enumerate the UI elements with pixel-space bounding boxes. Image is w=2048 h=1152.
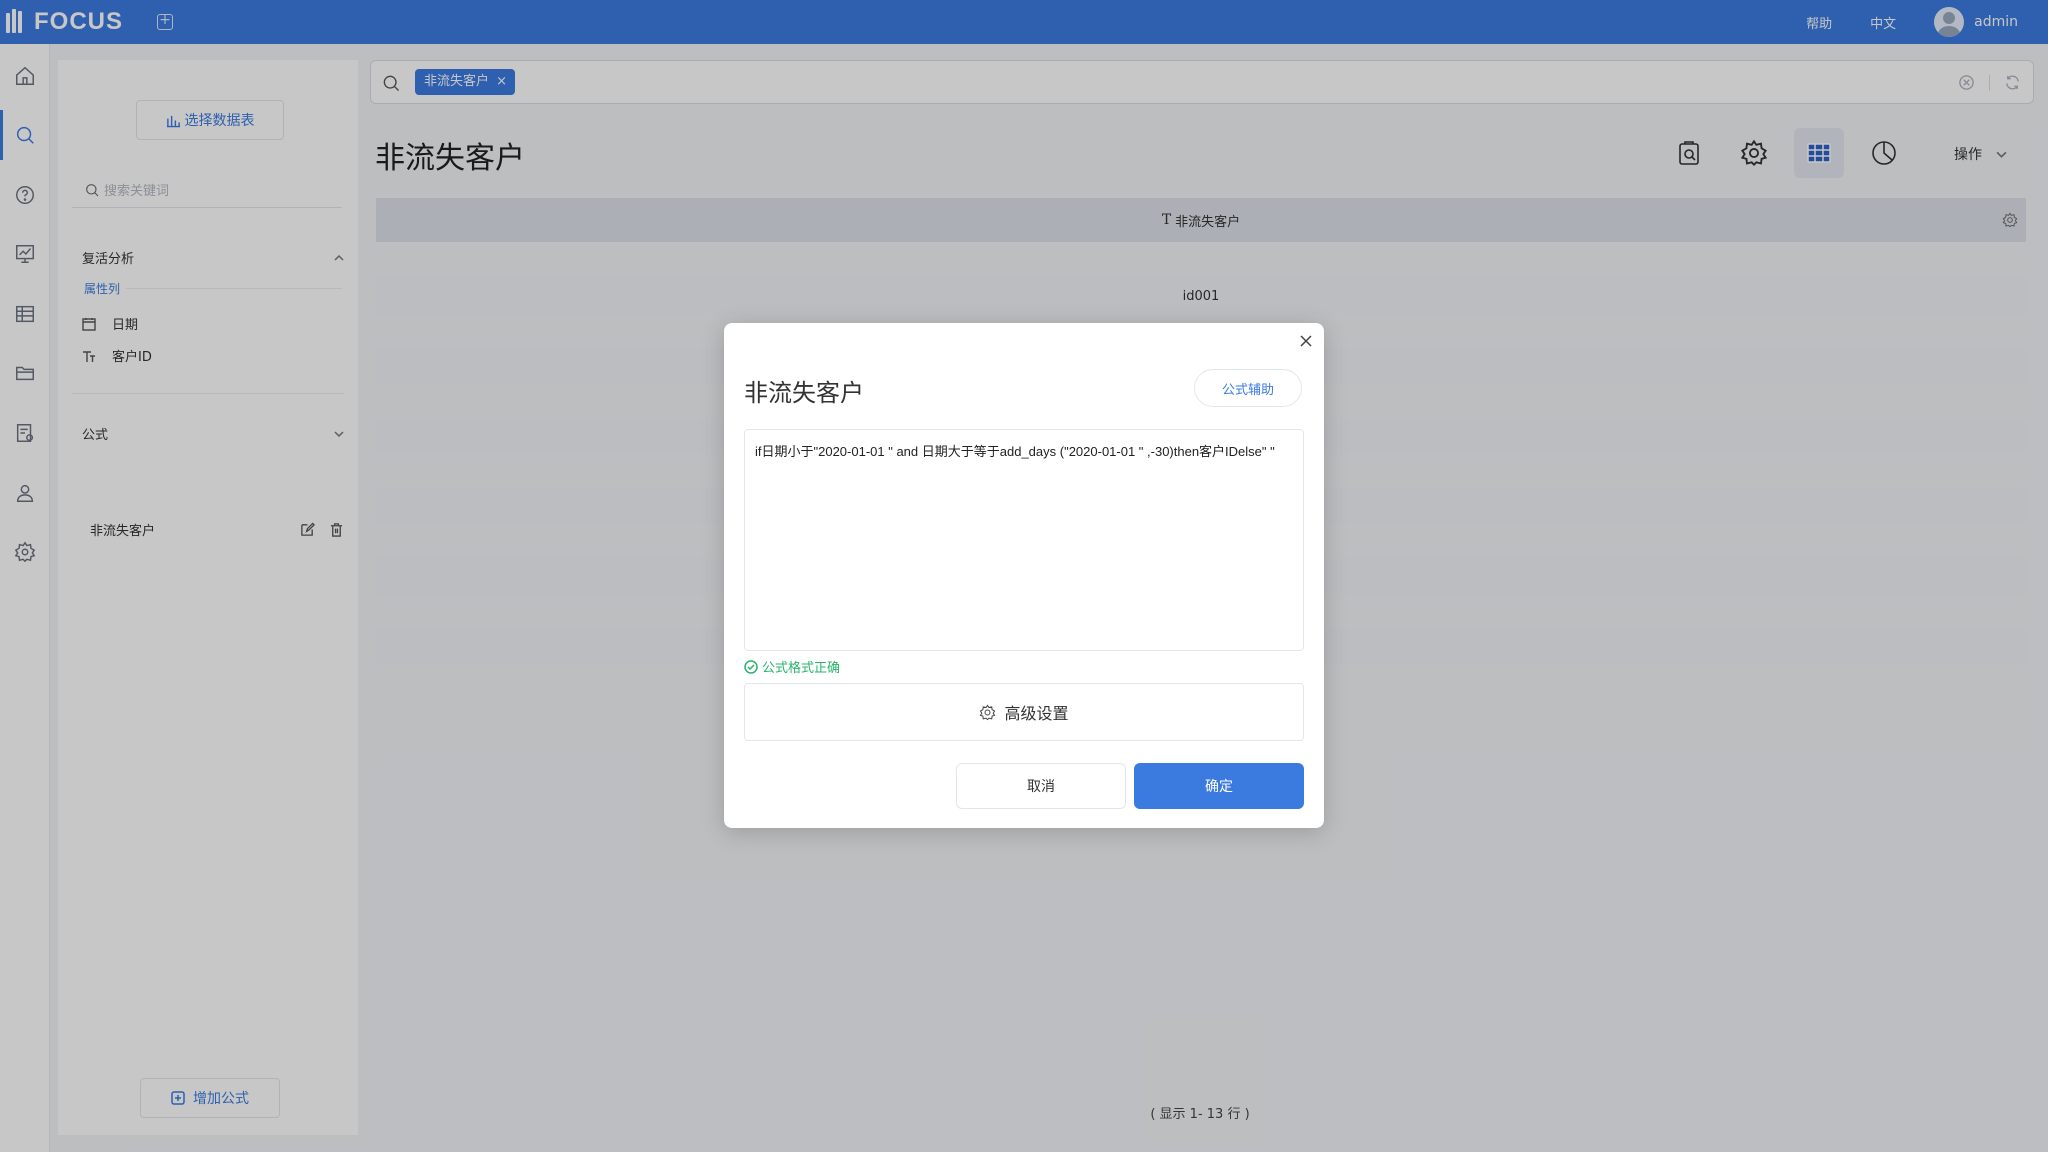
check-circle-icon: [744, 659, 758, 674]
formula-input[interactable]: if日期小于"2020-01-01 " and 日期大于等于add_days (…: [744, 429, 1304, 651]
gear-icon: [980, 704, 996, 720]
confirm-button[interactable]: 确定: [1134, 763, 1304, 809]
formula-assist-button[interactable]: 公式辅助: [1194, 369, 1302, 407]
formula-dialog: 非流失客户 公式辅助 if日期小于"2020-01-01 " and 日期大于等…: [724, 323, 1324, 828]
cancel-button[interactable]: 取消: [956, 763, 1126, 809]
close-icon[interactable]: [1298, 333, 1314, 349]
dialog-title: 非流失客户: [744, 379, 864, 407]
advanced-settings-button[interactable]: 高级设置: [744, 683, 1304, 741]
formula-valid-status: 公式格式正确: [744, 657, 840, 676]
